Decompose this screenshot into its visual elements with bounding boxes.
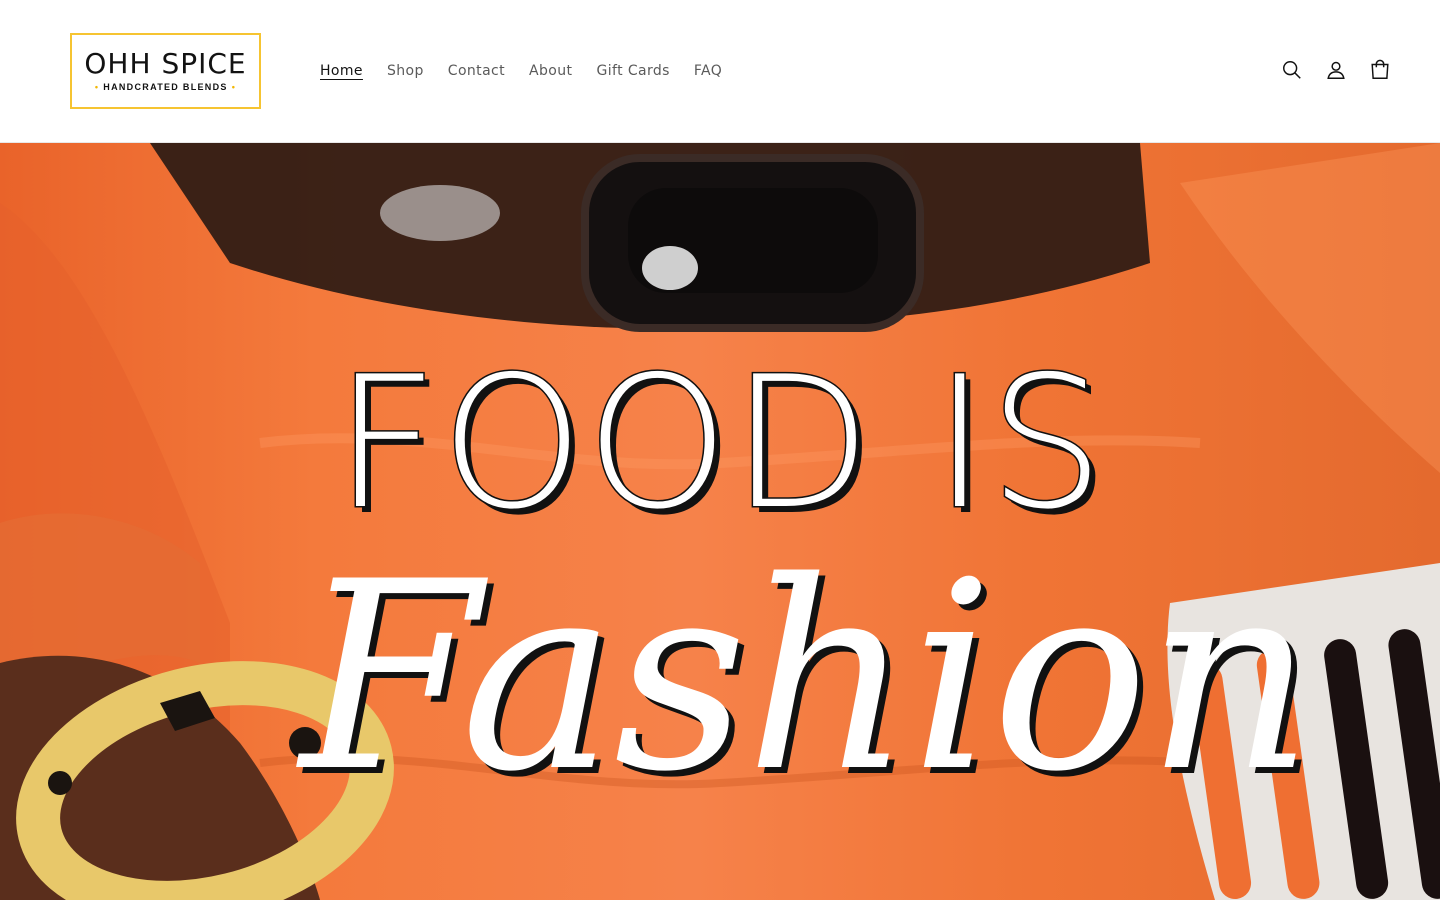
account-button[interactable] bbox=[1316, 50, 1356, 90]
account-icon bbox=[1327, 61, 1345, 79]
brand-tagline-row: • HANDCRATED BLENDS • bbox=[72, 81, 259, 93]
bullet-icon: • bbox=[94, 82, 100, 92]
hero-banner: FOOD IS Fashion bbox=[0, 143, 1440, 900]
search-button[interactable] bbox=[1272, 50, 1312, 90]
site-header: OHH SPICE • HANDCRATED BLENDS • Home Shop … bbox=[0, 0, 1440, 143]
brand-tagline: HANDCRATED BLENDS bbox=[103, 82, 228, 92]
hero-script-headline: Fashion bbox=[300, 527, 1314, 829]
nav-item-about[interactable]: About bbox=[517, 54, 584, 88]
hero-headline: FOOD IS bbox=[332, 337, 1107, 549]
nav-item-shop[interactable]: Shop bbox=[375, 54, 436, 88]
nav-item-home[interactable]: Home bbox=[308, 54, 375, 88]
search-icon bbox=[1283, 61, 1301, 79]
main-nav: Home Shop Contact About Gift Cards FAQ bbox=[308, 54, 734, 88]
cart-icon bbox=[1371, 59, 1389, 79]
nav-item-gift-cards[interactable]: Gift Cards bbox=[584, 54, 681, 88]
brand-logo[interactable]: OHH SPICE • HANDCRATED BLENDS • bbox=[70, 33, 261, 109]
nav-item-contact[interactable]: Contact bbox=[436, 54, 517, 88]
cart-button[interactable] bbox=[1360, 50, 1400, 90]
bullet-icon: • bbox=[231, 82, 237, 92]
nav-item-faq[interactable]: FAQ bbox=[682, 54, 734, 88]
brand-name: OHH SPICE bbox=[84, 47, 247, 80]
